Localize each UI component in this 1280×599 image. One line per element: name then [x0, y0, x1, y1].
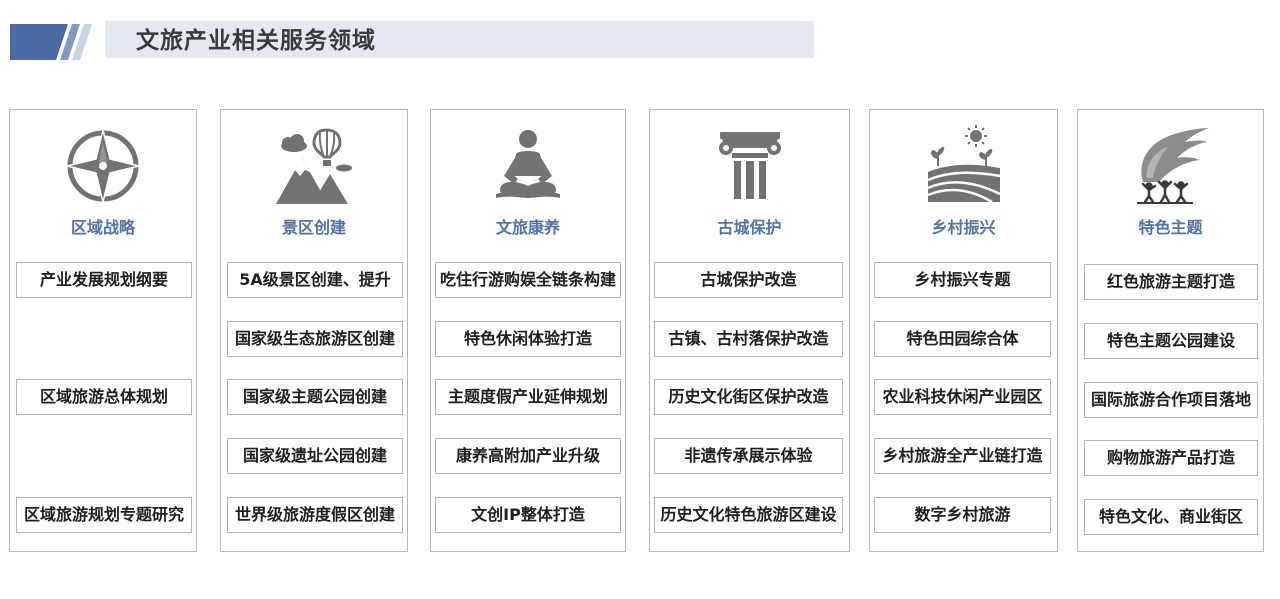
list-item: 产业发展规划纲要 — [16, 262, 192, 298]
list-item: 康养高附加产业升级 — [435, 438, 621, 474]
list-item: 国家级生态旅游区创建 — [227, 321, 403, 357]
list-item: 国家级遗址公园创建 — [227, 438, 403, 474]
list-item: 区域旅游规划专题研究 — [16, 497, 192, 533]
list-item: 国家级主题公园创建 — [227, 379, 403, 415]
column-title: 古城保护 — [717, 218, 782, 237]
column-special-theme: 特色主题 红色旅游主题打造 特色主题公园建设 国际旅游合作项目落地 购物旅游产品… — [1077, 109, 1264, 552]
list-item: 世界级旅游度假区创建 — [227, 497, 403, 533]
list-item: 古城保护改造 — [654, 262, 843, 298]
list-item: 吃住行游购娱全链条构建 — [435, 262, 621, 298]
list-item: 非遗传承展示体验 — [654, 438, 843, 474]
column-title: 文旅康养 — [495, 218, 560, 237]
column-wellness: 文旅康养 吃住行游购娱全链条构建 特色休闲体验打造 主题度假产业延伸规划 康养高… — [430, 109, 626, 552]
list-item: 古镇、古村落保护改造 — [654, 321, 843, 357]
list-item: 历史文化街区保护改造 — [654, 379, 843, 415]
list-item: 农业科技休闲产业园区 — [874, 379, 1051, 415]
column-ancient-city: 古城保护 古城保护改造 古镇、古村落保护改造 历史文化街区保护改造 非遗传承展示… — [649, 109, 850, 552]
column-title: 特色主题 — [1138, 218, 1203, 237]
list-item: 5A级景区创建、提升 — [227, 262, 403, 298]
list-item: 乡村振兴专题 — [874, 262, 1051, 298]
meditation-icon — [486, 124, 570, 208]
list-item: 特色田园综合体 — [874, 321, 1051, 357]
compass-icon — [61, 124, 145, 208]
list-item: 数字乡村旅游 — [874, 497, 1051, 533]
column-regional-strategy: 区域战略 产业发展规划纲要 区域旅游总体规划 区域旅游规划专题研究 — [9, 109, 197, 552]
header-accent-stripes — [10, 24, 92, 60]
list-item: 特色休闲体验打造 — [435, 321, 621, 357]
list-item: 特色主题公园建设 — [1084, 323, 1258, 359]
list-item: 区域旅游总体规划 — [16, 379, 192, 415]
list-item: 红色旅游主题打造 — [1084, 264, 1258, 300]
torch-people-icon — [1129, 124, 1213, 208]
column-pillar-icon — [708, 124, 792, 208]
column-title: 乡村振兴 — [931, 218, 996, 237]
list-item: 购物旅游产品打造 — [1084, 440, 1258, 476]
list-item: 主题度假产业延伸规划 — [435, 379, 621, 415]
list-item: 历史文化特色旅游区建设 — [654, 497, 843, 533]
list-item: 国际旅游合作项目落地 — [1084, 382, 1258, 418]
list-item: 特色文化、商业街区 — [1084, 499, 1258, 535]
column-title: 景区创建 — [281, 218, 346, 237]
list-item: 文创IP整体打造 — [435, 497, 621, 533]
page-title: 文旅产业相关服务领域 — [136, 28, 376, 54]
list-item: 乡村旅游全产业链打造 — [874, 438, 1051, 474]
farmland-sun-icon — [922, 124, 1006, 208]
column-scenic-area: 景区创建 5A级景区创建、提升 国家级生态旅游区创建 国家级主题公园创建 国家级… — [220, 109, 408, 552]
mountain-balloon-icon — [272, 124, 356, 208]
column-rural: 乡村振兴 乡村振兴专题 特色田园综合体 农业科技休闲产业园区 乡村旅游全产业链打… — [869, 109, 1058, 552]
column-title: 区域战略 — [70, 218, 135, 237]
